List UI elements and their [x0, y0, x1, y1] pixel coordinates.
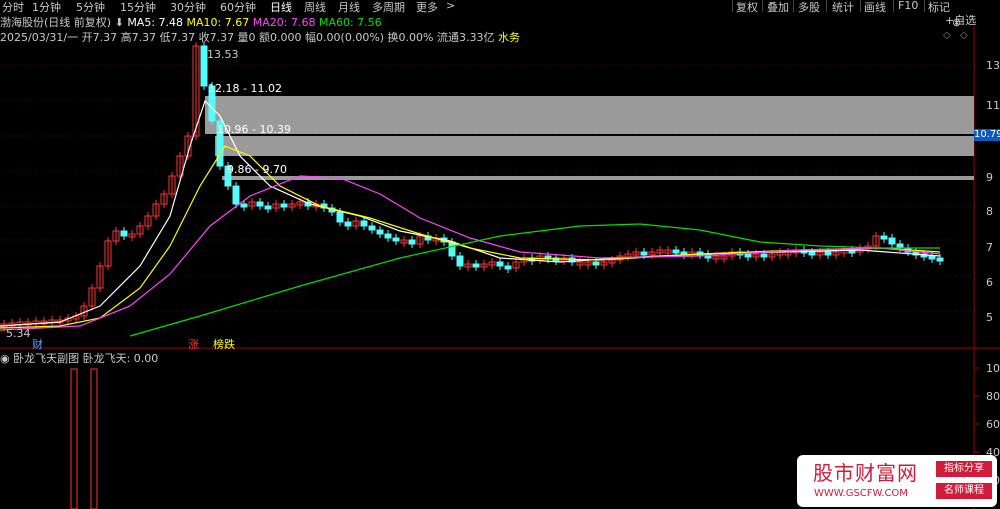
period-tab-weekly[interactable]: 周线 [304, 0, 326, 15]
candle-body [456, 255, 464, 267]
toolbar-divider [826, 0, 827, 12]
multi-stock-button[interactable]: 多股 [798, 0, 820, 15]
period-tab-5min[interactable]: 5分钟 [76, 0, 105, 15]
limit-up-marker[interactable]: 涨 [188, 336, 199, 352]
rank-marker[interactable]: 榜跌 [213, 336, 235, 352]
candle-body [640, 251, 648, 256]
period-tab-30min[interactable]: 30分钟 [170, 0, 206, 15]
low-price-label: 5.34 [6, 327, 31, 340]
gap-label-2: 10.96 - 10.39 [217, 123, 291, 136]
draw-line-button[interactable]: 画线 [864, 0, 886, 15]
watermark-tag-indicators: 指标分享 [936, 461, 992, 477]
subchart-indicator: 卧龙飞天: 0.00 [82, 352, 159, 365]
candle-body [368, 225, 376, 231]
period-tab-daily[interactable]: 日线 [270, 0, 292, 15]
candle-body [360, 220, 368, 227]
candle-body [928, 255, 936, 260]
subchart-tick: 80 [986, 390, 1000, 403]
candle-body [344, 221, 352, 227]
overlay-button[interactable]: 叠加 [767, 0, 789, 15]
period-tab-monthly[interactable]: 月线 [338, 0, 360, 15]
price-tick: 9 [986, 171, 993, 184]
candle-body [392, 237, 400, 242]
toolbar-divider [732, 0, 733, 12]
toolbar-divider [762, 0, 763, 12]
subchart-bar [70, 368, 78, 509]
candle-body [936, 257, 944, 262]
period-tab-1min[interactable]: 1分钟 [32, 0, 61, 15]
high-price-label: 13.53 [207, 48, 239, 61]
candlestick-series [0, 42, 944, 331]
candle-body [376, 229, 384, 235]
current-price-tag: 10.79 [974, 129, 1000, 141]
watermark-url: WWW.GSCFW.COM [814, 488, 908, 499]
candle-body [808, 251, 816, 256]
candle-body [592, 261, 600, 266]
restore-rights-button[interactable]: 复权 [736, 0, 758, 15]
subchart-tick: 60 [986, 418, 1000, 431]
period-tab-15min[interactable]: 15分钟 [120, 0, 156, 15]
site-watermark: 股市财富网 WWW.GSCFW.COM 指标分享 名师课程 [797, 455, 997, 507]
candle-body [672, 249, 680, 254]
candle-body [744, 253, 752, 258]
price-tick: 11 [986, 99, 1000, 112]
candle-body [472, 263, 480, 268]
ma5-line [0, 99, 941, 327]
subchart-header: ◉ 卧龙飞天副图 卧龙飞天: 0.00 [0, 350, 158, 366]
ma60-line [129, 223, 940, 337]
gap-label-1: 12.18 - 11.02 [208, 82, 282, 95]
candle-body [336, 211, 344, 223]
watermark-tag-courses: 名师课程 [936, 483, 992, 499]
price-tick: 8 [986, 205, 993, 218]
candle-body [384, 233, 392, 239]
statistics-button[interactable]: 统计 [832, 0, 854, 15]
settings-dot-icon[interactable]: ◉ [0, 352, 10, 365]
candle-body [232, 185, 240, 205]
price-tick: 5 [986, 311, 993, 324]
candle-body [504, 265, 512, 270]
toolbar-divider [924, 0, 925, 12]
candle-body [824, 251, 832, 256]
watermark-title: 股市财富网 [813, 461, 918, 485]
candle-body [240, 203, 248, 208]
candle-body [496, 261, 504, 267]
f10-button[interactable]: F10 [898, 0, 918, 12]
candle-body [888, 237, 896, 245]
candle-body [264, 205, 272, 210]
period-tab-60min[interactable]: 60分钟 [220, 0, 256, 15]
period-tab-multi[interactable]: 多周期 [372, 0, 405, 15]
price-tick: 7 [986, 241, 993, 254]
price-tick: 13 [986, 59, 1000, 72]
period-tab-more[interactable]: 更多 [416, 0, 438, 15]
subchart-tick: 100 [986, 362, 1000, 375]
toolbar-divider [793, 0, 794, 12]
subchart-bar [90, 368, 98, 509]
period-toolbar: 分时 1分钟 5分钟 15分钟 30分钟 60分钟 日线 周线 月线 多周期 更… [0, 0, 1000, 15]
more-chevron-icon[interactable]: > [446, 0, 455, 12]
gap-band-2 [215, 136, 974, 156]
candle-body [280, 203, 288, 208]
candle-body [256, 201, 264, 207]
candle-body [760, 253, 768, 258]
ma10-line [0, 145, 941, 329]
price-tick: 6 [986, 276, 993, 289]
period-tab-fenshi[interactable]: 分时 [2, 0, 24, 15]
kline-chart[interactable] [0, 26, 1000, 509]
candle-body [880, 235, 888, 240]
gap-band-1 [205, 96, 974, 134]
candle-body [120, 230, 128, 237]
toolbar-divider [893, 0, 894, 12]
toolbar-divider [860, 0, 861, 12]
subchart-title[interactable]: 卧龙飞天副图 [13, 352, 79, 365]
gap-label-3: 9.86 - 9.70 [227, 163, 287, 176]
candle-body [408, 239, 416, 245]
